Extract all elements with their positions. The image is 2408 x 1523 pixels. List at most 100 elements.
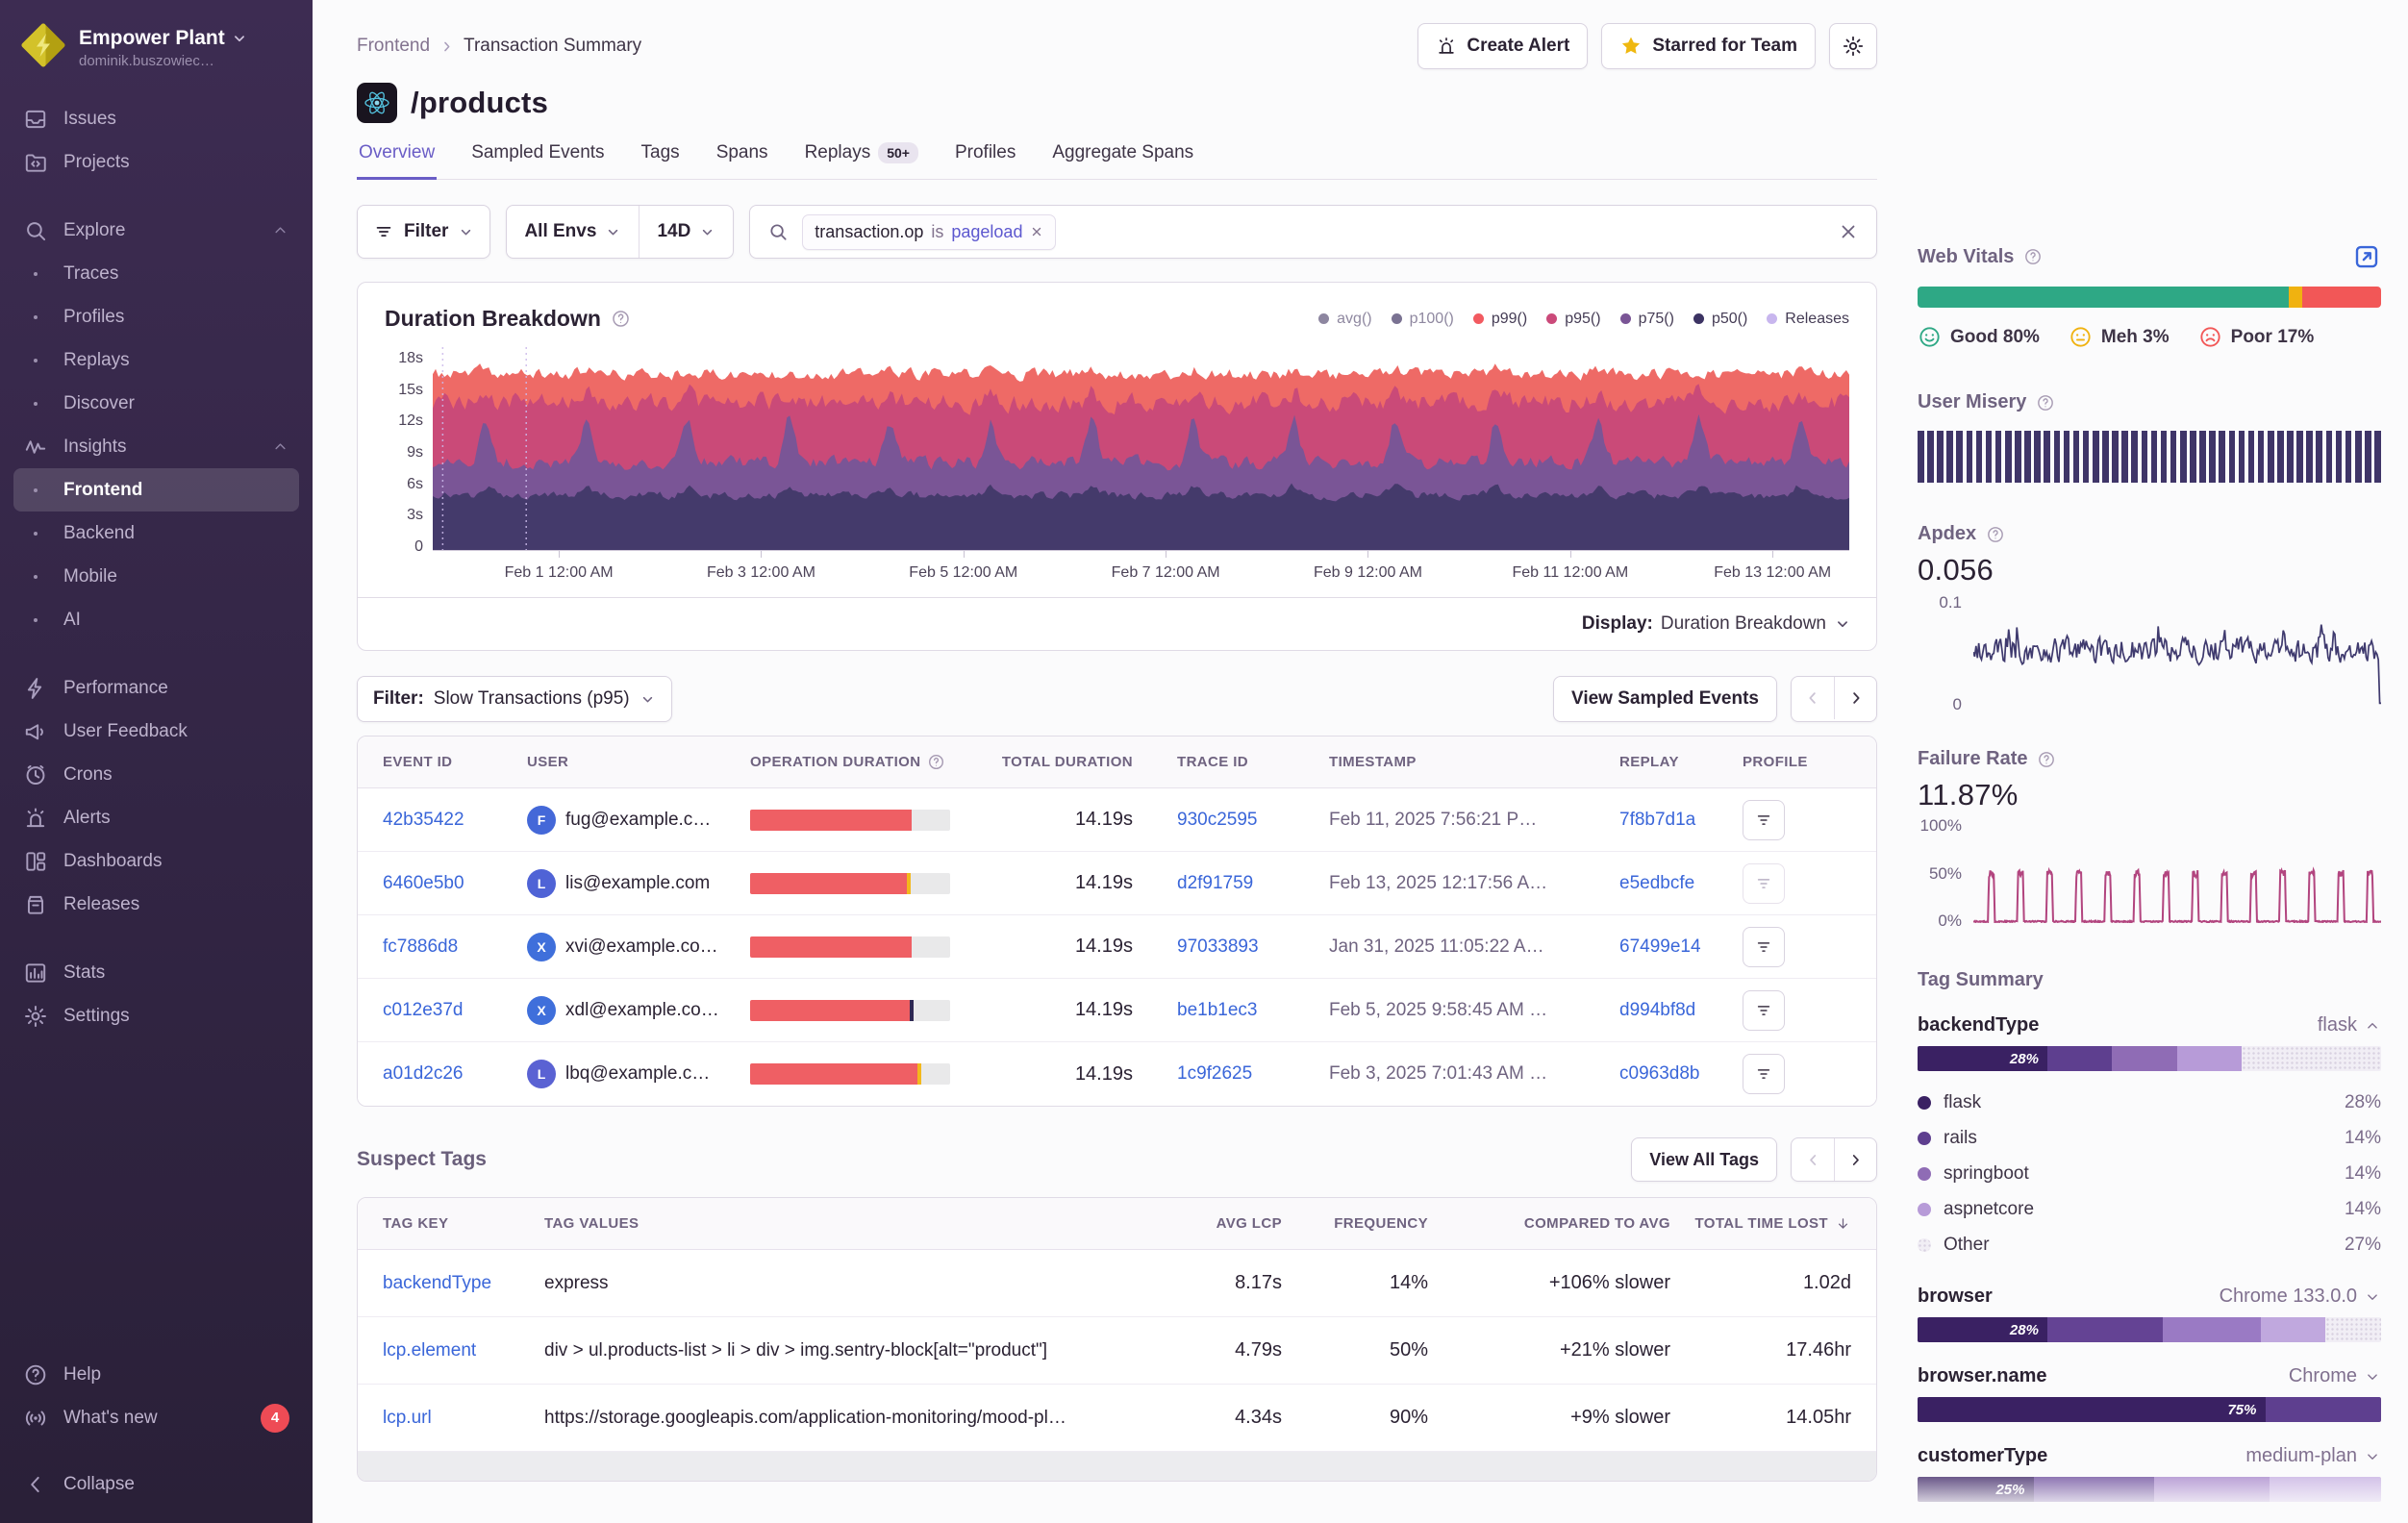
tab-aggregate-spans[interactable]: Aggregate Spans [1050,142,1195,180]
tag-legend-label: rails [1944,1128,1977,1149]
starred-for-team-button[interactable]: Starred for Team [1601,23,1816,69]
legend-item-p75[interactable]: p75() [1620,311,1674,328]
next-page-button[interactable] [1834,677,1876,719]
sidebar-item-crons[interactable]: Crons [13,753,299,796]
view-sampled-events-button[interactable]: View Sampled Events [1553,676,1777,722]
sidebar-item-projects[interactable]: Projects [13,140,299,184]
sidebar-item-profiles[interactable]: Profiles [13,295,299,338]
replay-link[interactable]: 67499e14 [1619,936,1701,957]
legend-item-p95[interactable]: p95() [1546,311,1600,328]
sidebar-item-backend[interactable]: Backend [13,512,299,555]
tab-profiles[interactable]: Profiles [953,142,1017,180]
trace-id-link[interactable]: 930c2595 [1177,810,1257,830]
profile-button[interactable] [1743,927,1785,967]
trace-id-link[interactable]: be1b1ec3 [1177,1000,1257,1020]
tab-overview[interactable]: Overview [357,142,437,180]
legend-item-avg[interactable]: avg() [1318,311,1371,328]
help-tooltip-icon[interactable] [611,309,631,329]
sidebar-item-collapse[interactable]: Collapse [13,1462,299,1506]
sidebar-item-frontend[interactable]: Frontend [13,468,299,512]
event-id-link[interactable]: fc7886d8 [383,936,458,957]
tag-group-value-selector[interactable]: Chrome 133.0.0 [2220,1286,2381,1308]
display-selector[interactable]: Display: Duration Breakdown [358,597,1876,650]
sidebar-item-replays[interactable]: Replays [13,338,299,382]
y-tick-label: 12s [398,413,423,429]
next-page-button[interactable] [1834,1138,1876,1181]
avatar: L [527,869,556,898]
event-id-link[interactable]: c012e37d [383,1000,463,1020]
sidebar-item-performance[interactable]: Performance [13,666,299,710]
filter-dropdown[interactable]: Filter [357,205,490,259]
tag-group-value-selector[interactable]: Chrome [2289,1365,2381,1387]
previous-page-button[interactable] [1792,1138,1834,1181]
column-header-user: USER [527,754,750,770]
event-id-link[interactable]: a01d2c26 [383,1063,463,1084]
trace-id-link[interactable]: 97033893 [1177,936,1259,957]
create-alert-button[interactable]: Create Alert [1417,23,1588,69]
replay-link[interactable]: 7f8b7d1a [1619,810,1695,830]
breadcrumb-frontend[interactable]: Frontend [357,36,430,57]
replay-link[interactable]: e5edbcfe [1619,873,1694,893]
tab-replays[interactable]: Replays50+ [803,142,920,180]
sidebar-item-user-feedback[interactable]: User Feedback [13,710,299,753]
event-id-link[interactable]: 6460e5b0 [383,873,464,893]
event-id-link[interactable]: 42b35422 [383,810,464,830]
settings-button[interactable] [1829,23,1877,69]
legend-item-releases[interactable]: Releases [1767,311,1849,328]
sidebar-item-mobile[interactable]: Mobile [13,555,299,598]
tag-group-value-selector[interactable]: flask [2318,1014,2381,1036]
sidebar-item-what-s-new[interactable]: What's new4 [13,1396,299,1439]
trace-id-link[interactable]: d2f91759 [1177,873,1253,893]
sidebar-item-traces[interactable]: Traces [13,252,299,295]
help-tooltip-icon[interactable] [927,753,945,771]
remove-token-icon[interactable] [1030,225,1043,238]
help-tooltip-icon[interactable] [2023,247,2043,266]
sidebar-item-stats[interactable]: Stats [13,951,299,994]
profile-button[interactable] [1743,800,1785,840]
env-selector[interactable]: All Envs [507,206,639,258]
tag-key-link[interactable]: lcp.url [383,1408,432,1428]
search-input[interactable]: transaction.op is pageload [749,205,1877,259]
vitals-segment-poor [2302,287,2381,308]
sidebar-item-discover[interactable]: Discover [13,382,299,425]
tab-spans[interactable]: Spans [715,142,770,180]
replay-link[interactable]: c0963d8b [1619,1063,1699,1084]
transaction-filter-dropdown[interactable]: Filter: Slow Transactions (p95) [357,676,672,722]
sidebar-item-releases[interactable]: Releases [13,883,299,926]
legend-item-p100[interactable]: p100() [1392,311,1454,328]
profile-button[interactable] [1743,863,1785,904]
sidebar-item-label: What's new [63,1408,158,1429]
profile-button[interactable] [1743,1054,1785,1094]
sidebar-item-ai[interactable]: AI [13,598,299,641]
sidebar-item-alerts[interactable]: Alerts [13,796,299,839]
date-range-selector[interactable]: 14D [640,206,733,258]
tag-key-link[interactable]: backendType [383,1273,491,1293]
tab-tags[interactable]: Tags [640,142,682,180]
search-token[interactable]: transaction.op is pageload [802,214,1056,250]
sidebar-item-issues[interactable]: Issues [13,97,299,140]
org-switcher[interactable]: Empower Plant dominik.buszowiec… [21,23,291,72]
tag-key-link[interactable]: lcp.element [383,1340,476,1361]
trace-id-cell: 97033893 [1177,936,1329,958]
sidebar-item-explore[interactable]: Explore [13,209,299,252]
tab-sampled-events[interactable]: Sampled Events [469,142,606,180]
sidebar-item-help[interactable]: Help [13,1353,299,1396]
sort-descending-icon[interactable] [1835,1215,1851,1232]
tag-group-value-selector[interactable]: medium-plan [2245,1445,2381,1467]
clear-search-icon[interactable] [1838,221,1859,242]
legend-item-p99[interactable]: p99() [1473,311,1527,328]
view-all-tags-button[interactable]: View All Tags [1631,1137,1777,1182]
replay-link[interactable]: d994bf8d [1619,1000,1695,1020]
trace-id-link[interactable]: 1c9f2625 [1177,1063,1252,1084]
previous-page-button[interactable] [1792,677,1834,719]
profile-button[interactable] [1743,990,1785,1031]
meh-face-icon [2069,325,2093,349]
help-tooltip-icon[interactable] [2037,750,2056,769]
sidebar-item-settings[interactable]: Settings [13,994,299,1037]
sidebar-item-insights[interactable]: Insights [13,425,299,468]
help-tooltip-icon[interactable] [1986,525,2005,544]
sidebar-item-dashboards[interactable]: Dashboards [13,839,299,883]
legend-item-p50[interactable]: p50() [1693,311,1747,328]
open-vitals-icon[interactable] [2352,242,2381,271]
help-tooltip-icon[interactable] [2036,393,2055,412]
